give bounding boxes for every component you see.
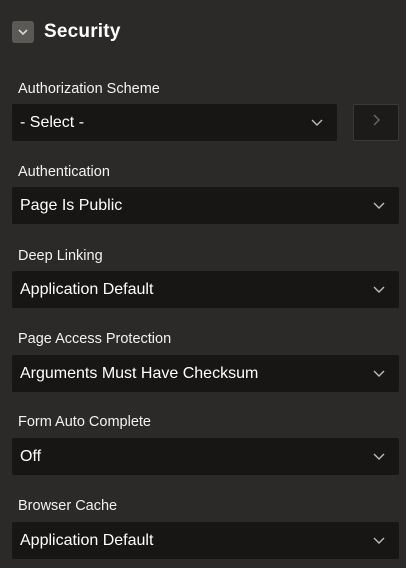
authorization-scheme-value: - Select - (20, 113, 85, 131)
chevron-down-icon[interactable] (12, 21, 34, 43)
section-title: Security (44, 21, 121, 42)
browser-cache-label: Browser Cache (18, 498, 118, 514)
browser-cache-select[interactable]: Application Default (12, 522, 399, 559)
page-access-protection-label: Page Access Protection (18, 331, 172, 347)
deep-linking-label: Deep Linking (18, 248, 103, 264)
page-access-protection-select[interactable]: Arguments Must Have Checksum (12, 355, 399, 392)
authentication-label: Authentication (18, 164, 110, 180)
chevron-down-icon (359, 271, 399, 308)
section-header[interactable]: Security (0, 0, 406, 64)
page-access-protection-value: Arguments Must Have Checksum (20, 364, 259, 382)
browser-cache-value: Application Default (20, 531, 154, 549)
form-auto-complete-select[interactable]: Off (12, 438, 399, 475)
authentication-select[interactable]: Page Is Public (12, 187, 399, 224)
chevron-down-icon (359, 522, 399, 559)
form-auto-complete-label: Form Auto Complete (18, 414, 151, 430)
authorization-scheme-go-button[interactable] (353, 104, 399, 141)
chevron-down-icon (297, 104, 337, 141)
deep-linking-value: Application Default (20, 280, 154, 298)
authorization-scheme-label: Authorization Scheme (18, 81, 160, 97)
authentication-value: Page Is Public (20, 196, 123, 214)
chevron-right-icon (371, 113, 381, 132)
chevron-down-icon (359, 355, 399, 392)
authorization-scheme-select[interactable]: - Select - (12, 104, 337, 141)
security-panel: Security Authorization Scheme - Select -… (0, 0, 406, 568)
chevron-down-icon (359, 187, 399, 224)
deep-linking-select[interactable]: Application Default (12, 271, 399, 308)
form-auto-complete-value: Off (20, 447, 42, 465)
chevron-down-icon (359, 438, 399, 475)
